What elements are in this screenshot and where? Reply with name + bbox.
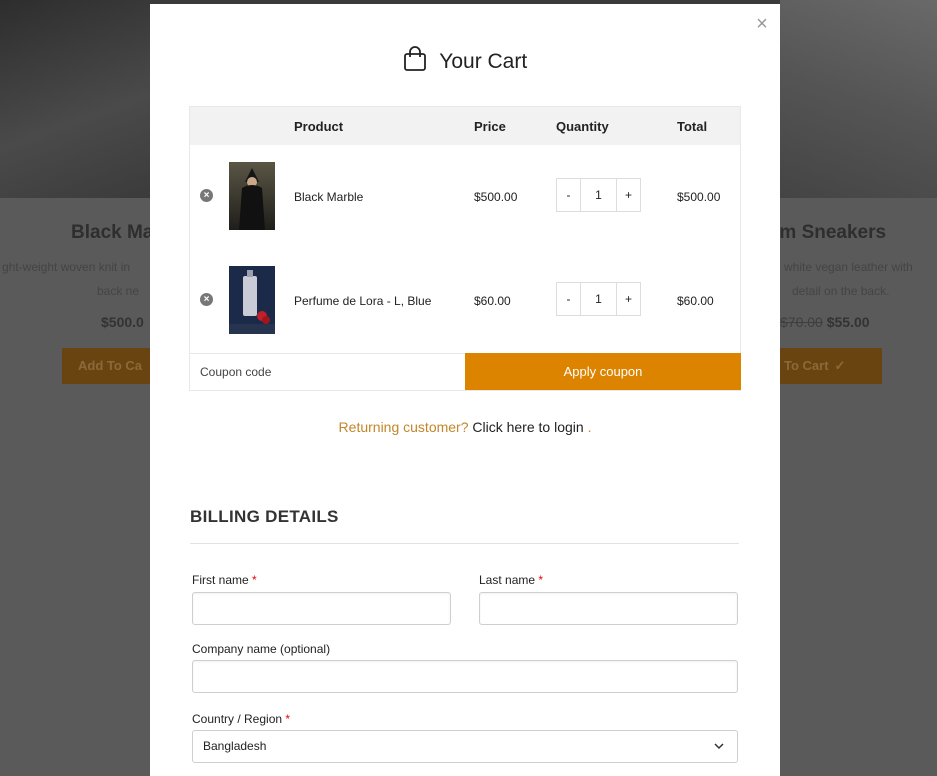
- first-name-label-text: First name: [192, 573, 249, 587]
- product-name[interactable]: Perfume de Lora - L, Blue: [294, 294, 431, 308]
- column-header-product: Product: [294, 119, 344, 134]
- required-mark: *: [285, 712, 291, 726]
- last-name-field[interactable]: [479, 592, 738, 625]
- product-name[interactable]: Black Marble: [294, 190, 363, 204]
- product-card-desc: back ne: [97, 284, 140, 298]
- old-price: $70.00: [780, 314, 823, 330]
- country-select[interactable]: Bangladesh: [192, 730, 738, 763]
- product-card-desc: ght-weight woven knit in: [2, 260, 131, 274]
- hero-image-right: [780, 0, 937, 198]
- last-name-label: Last name *: [479, 573, 543, 587]
- add-to-cart-button[interactable]: To Cart ✓: [780, 348, 882, 384]
- quantity-stepper: - 1 +: [556, 178, 641, 212]
- cart-title: Your Cart: [439, 49, 528, 73]
- product-card-price: $70.00 $55.00: [780, 314, 870, 330]
- decrease-quantity-button[interactable]: -: [557, 283, 580, 315]
- increase-quantity-button[interactable]: +: [617, 179, 640, 211]
- billing-details-heading: BILLING DETAILS: [190, 507, 339, 526]
- add-to-cart-button[interactable]: Add To Ca: [62, 348, 150, 384]
- sale-price: $55.00: [826, 314, 870, 330]
- cart-table: Product Price Quantity Total × Black Mar…: [189, 106, 741, 391]
- notice-period: .: [587, 419, 592, 435]
- returning-customer-question: Returning customer?: [338, 419, 469, 435]
- cart-row: × Black Marble $500.00 - 1 + $500.00: [190, 145, 740, 249]
- product-thumbnail: [229, 266, 275, 334]
- country-selected-value: Bangladesh: [203, 739, 267, 753]
- returning-customer-notice: Returning customer? Click here to login …: [150, 419, 780, 435]
- column-header-total: Total: [677, 119, 708, 134]
- quantity-input[interactable]: 1: [580, 179, 617, 211]
- remove-item-icon[interactable]: ×: [200, 293, 213, 306]
- product-card-title: Black Ma: [71, 222, 154, 243]
- required-mark: *: [252, 573, 257, 587]
- coupon-code-input[interactable]: [190, 354, 465, 390]
- country-label-text: Country / Region: [192, 712, 283, 726]
- decrease-quantity-button[interactable]: -: [557, 179, 580, 211]
- product-card-desc: white vegan leather with: [784, 260, 913, 274]
- add-to-cart-label: To Cart: [784, 358, 829, 373]
- login-link[interactable]: Click here to login: [472, 419, 583, 435]
- company-name-label: Company name (optional): [192, 642, 331, 656]
- product-card-price: $500.0: [101, 314, 144, 330]
- close-icon[interactable]: ×: [753, 14, 771, 34]
- hero-image-left: [0, 0, 150, 198]
- coupon-row: Apply coupon: [190, 353, 741, 390]
- apply-coupon-button[interactable]: Apply coupon: [465, 353, 741, 390]
- product-price: $60.00: [474, 294, 511, 308]
- increase-quantity-button[interactable]: +: [617, 283, 640, 315]
- product-card-right: rm Sneakers white vegan leather with det…: [772, 198, 937, 398]
- country-label: Country / Region *: [192, 712, 290, 726]
- product-thumbnail: [229, 162, 275, 230]
- divider: [190, 543, 739, 544]
- quantity-input[interactable]: 1: [580, 283, 617, 315]
- first-name-field[interactable]: [192, 592, 451, 625]
- required-mark: *: [538, 573, 544, 587]
- last-name-label-text: Last name: [479, 573, 536, 587]
- column-header-quantity: Quantity: [556, 119, 609, 134]
- line-total: $500.00: [677, 190, 721, 204]
- line-total: $60.00: [677, 294, 714, 308]
- quantity-stepper: - 1 +: [556, 282, 641, 316]
- cart-header: Your Cart: [150, 46, 780, 77]
- column-header-price: Price: [474, 119, 506, 134]
- product-card-left: Black Ma ght-weight woven knit in back n…: [0, 198, 154, 398]
- cart-modal: × Your Cart Product Price Quantity Total…: [150, 4, 780, 776]
- first-name-label: First name *: [192, 573, 257, 587]
- cart-table-header: Product Price Quantity Total: [190, 107, 740, 145]
- check-icon: ✓: [834, 358, 846, 373]
- product-card-title: rm Sneakers: [772, 222, 887, 243]
- product-card-desc: detail on the back.: [792, 284, 890, 298]
- remove-item-icon[interactable]: ×: [200, 189, 213, 202]
- company-name-field[interactable]: [192, 660, 738, 693]
- product-price: $500.00: [474, 190, 518, 204]
- chevron-down-icon: [713, 731, 725, 774]
- cart-row: × Perfume de Lora - L, Blue $60.00 - 1 +…: [190, 249, 740, 353]
- shopping-bag-icon: [403, 46, 427, 77]
